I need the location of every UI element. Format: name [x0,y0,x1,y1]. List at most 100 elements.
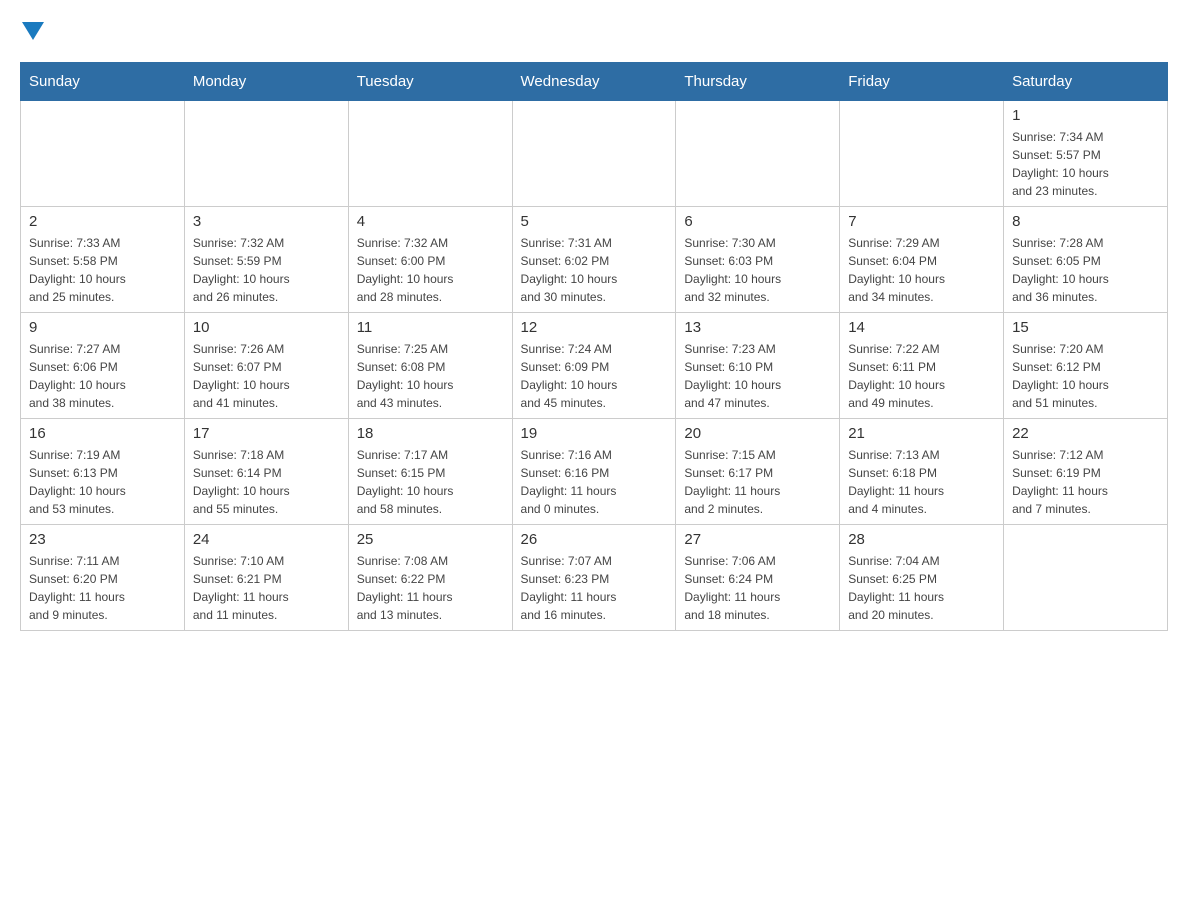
day-info: Sunrise: 7:31 AM Sunset: 6:02 PM Dayligh… [521,234,668,306]
weekday-header-sunday: Sunday [21,63,185,101]
day-info: Sunrise: 7:28 AM Sunset: 6:05 PM Dayligh… [1012,234,1159,306]
day-info: Sunrise: 7:25 AM Sunset: 6:08 PM Dayligh… [357,340,504,412]
day-info: Sunrise: 7:20 AM Sunset: 6:12 PM Dayligh… [1012,340,1159,412]
day-number: 22 [1012,425,1159,442]
day-number: 18 [357,425,504,442]
calendar-cell: 12 Sunrise: 7:24 AM Sunset: 6:09 PM Dayli… [512,313,676,419]
day-number: 10 [193,319,340,336]
day-info: Sunrise: 7:18 AM Sunset: 6:14 PM Dayligh… [193,446,340,518]
day-info: Sunrise: 7:29 AM Sunset: 6:04 PM Dayligh… [848,234,995,306]
day-info: Sunrise: 7:23 AM Sunset: 6:10 PM Dayligh… [684,340,831,412]
day-info: Sunrise: 7:15 AM Sunset: 6:17 PM Dayligh… [684,446,831,518]
calendar-cell: 1 Sunrise: 7:34 AM Sunset: 5:57 PM Daylig… [1004,101,1168,207]
day-info: Sunrise: 7:33 AM Sunset: 5:58 PM Dayligh… [29,234,176,306]
calendar-cell: 22 Sunrise: 7:12 AM Sunset: 6:19 PM Dayli… [1004,419,1168,525]
calendar-cell: 7 Sunrise: 7:29 AM Sunset: 6:04 PM Daylig… [840,207,1004,313]
calendar-cell: 17 Sunrise: 7:18 AM Sunset: 6:14 PM Dayli… [184,419,348,525]
calendar-cell: 10 Sunrise: 7:26 AM Sunset: 6:07 PM Dayli… [184,313,348,419]
calendar-cell: 4 Sunrise: 7:32 AM Sunset: 6:00 PM Daylig… [348,207,512,313]
calendar-cell [21,101,185,207]
weekday-header-monday: Monday [184,63,348,101]
day-number: 16 [29,425,176,442]
day-number: 12 [521,319,668,336]
day-info: Sunrise: 7:34 AM Sunset: 5:57 PM Dayligh… [1012,128,1159,200]
calendar-cell: 21 Sunrise: 7:13 AM Sunset: 6:18 PM Dayli… [840,419,1004,525]
calendar-cell: 18 Sunrise: 7:17 AM Sunset: 6:15 PM Dayli… [348,419,512,525]
calendar-cell: 19 Sunrise: 7:16 AM Sunset: 6:16 PM Dayli… [512,419,676,525]
day-info: Sunrise: 7:32 AM Sunset: 6:00 PM Dayligh… [357,234,504,306]
calendar-cell: 3 Sunrise: 7:32 AM Sunset: 5:59 PM Daylig… [184,207,348,313]
calendar-cell [840,101,1004,207]
calendar-cell [1004,525,1168,631]
day-info: Sunrise: 7:26 AM Sunset: 6:07 PM Dayligh… [193,340,340,412]
calendar-cell: 16 Sunrise: 7:19 AM Sunset: 6:13 PM Dayli… [21,419,185,525]
day-number: 20 [684,425,831,442]
calendar-cell: 6 Sunrise: 7:30 AM Sunset: 6:03 PM Daylig… [676,207,840,313]
day-number: 1 [1012,107,1159,124]
day-info: Sunrise: 7:24 AM Sunset: 6:09 PM Dayligh… [521,340,668,412]
calendar-cell: 28 Sunrise: 7:04 AM Sunset: 6:25 PM Dayli… [840,525,1004,631]
day-number: 23 [29,531,176,548]
day-info: Sunrise: 7:08 AM Sunset: 6:22 PM Dayligh… [357,552,504,624]
day-info: Sunrise: 7:22 AM Sunset: 6:11 PM Dayligh… [848,340,995,412]
calendar-cell: 8 Sunrise: 7:28 AM Sunset: 6:05 PM Daylig… [1004,207,1168,313]
calendar-cell: 23Sunrise: 7:11 AM Sunset: 6:20 PM Dayli… [21,525,185,631]
calendar-cell: 24 Sunrise: 7:10 AM Sunset: 6:21 PM Dayli… [184,525,348,631]
day-number: 26 [521,531,668,548]
day-info: Sunrise: 7:32 AM Sunset: 5:59 PM Dayligh… [193,234,340,306]
day-info: Sunrise: 7:06 AM Sunset: 6:24 PM Dayligh… [684,552,831,624]
day-info: Sunrise: 7:19 AM Sunset: 6:13 PM Dayligh… [29,446,176,518]
weekday-header-friday: Friday [840,63,1004,101]
calendar-cell: 2 Sunrise: 7:33 AM Sunset: 5:58 PM Daylig… [21,207,185,313]
day-number: 5 [521,213,668,230]
day-number: 4 [357,213,504,230]
day-info: Sunrise: 7:07 AM Sunset: 6:23 PM Dayligh… [521,552,668,624]
day-number: 6 [684,213,831,230]
day-number: 9 [29,319,176,336]
day-number: 14 [848,319,995,336]
weekday-header-saturday: Saturday [1004,63,1168,101]
logo [20,20,44,42]
calendar-cell: 13Sunrise: 7:23 AM Sunset: 6:10 PM Dayli… [676,313,840,419]
calendar-cell [512,101,676,207]
calendar-cell: 15 Sunrise: 7:20 AM Sunset: 6:12 PM Dayli… [1004,313,1168,419]
calendar-cell: 14 Sunrise: 7:22 AM Sunset: 6:11 PM Dayli… [840,313,1004,419]
weekday-header-wednesday: Wednesday [512,63,676,101]
day-number: 2 [29,213,176,230]
day-number: 21 [848,425,995,442]
day-info: Sunrise: 7:12 AM Sunset: 6:19 PM Dayligh… [1012,446,1159,518]
calendar-week-2: 2 Sunrise: 7:33 AM Sunset: 5:58 PM Daylig… [21,207,1168,313]
day-number: 19 [521,425,668,442]
calendar-table: SundayMondayTuesdayWednesdayThursdayFrid… [20,62,1168,631]
day-number: 11 [357,319,504,336]
calendar-cell [348,101,512,207]
weekday-header-row: SundayMondayTuesdayWednesdayThursdayFrid… [21,63,1168,101]
day-info: Sunrise: 7:30 AM Sunset: 6:03 PM Dayligh… [684,234,831,306]
logo-arrow-icon [22,22,44,42]
day-number: 17 [193,425,340,442]
day-number: 7 [848,213,995,230]
calendar-week-3: 9Sunrise: 7:27 AM Sunset: 6:06 PM Daylig… [21,313,1168,419]
day-info: Sunrise: 7:04 AM Sunset: 6:25 PM Dayligh… [848,552,995,624]
day-number: 25 [357,531,504,548]
calendar-cell: 27 Sunrise: 7:06 AM Sunset: 6:24 PM Dayli… [676,525,840,631]
calendar-cell [676,101,840,207]
day-info: Sunrise: 7:13 AM Sunset: 6:18 PM Dayligh… [848,446,995,518]
day-number: 28 [848,531,995,548]
calendar-cell: 25 Sunrise: 7:08 AM Sunset: 6:22 PM Dayli… [348,525,512,631]
day-info: Sunrise: 7:10 AM Sunset: 6:21 PM Dayligh… [193,552,340,624]
day-number: 24 [193,531,340,548]
day-number: 8 [1012,213,1159,230]
calendar-week-1: 1 Sunrise: 7:34 AM Sunset: 5:57 PM Daylig… [21,101,1168,207]
calendar-cell: 9Sunrise: 7:27 AM Sunset: 6:06 PM Daylig… [21,313,185,419]
calendar-cell: 5 Sunrise: 7:31 AM Sunset: 6:02 PM Daylig… [512,207,676,313]
day-number: 15 [1012,319,1159,336]
day-number: 27 [684,531,831,548]
page-header [20,20,1168,42]
calendar-cell: 11 Sunrise: 7:25 AM Sunset: 6:08 PM Dayli… [348,313,512,419]
day-number: 3 [193,213,340,230]
calendar-cell: 26 Sunrise: 7:07 AM Sunset: 6:23 PM Dayli… [512,525,676,631]
calendar-week-5: 23Sunrise: 7:11 AM Sunset: 6:20 PM Dayli… [21,525,1168,631]
day-info: Sunrise: 7:16 AM Sunset: 6:16 PM Dayligh… [521,446,668,518]
day-info: Sunrise: 7:17 AM Sunset: 6:15 PM Dayligh… [357,446,504,518]
